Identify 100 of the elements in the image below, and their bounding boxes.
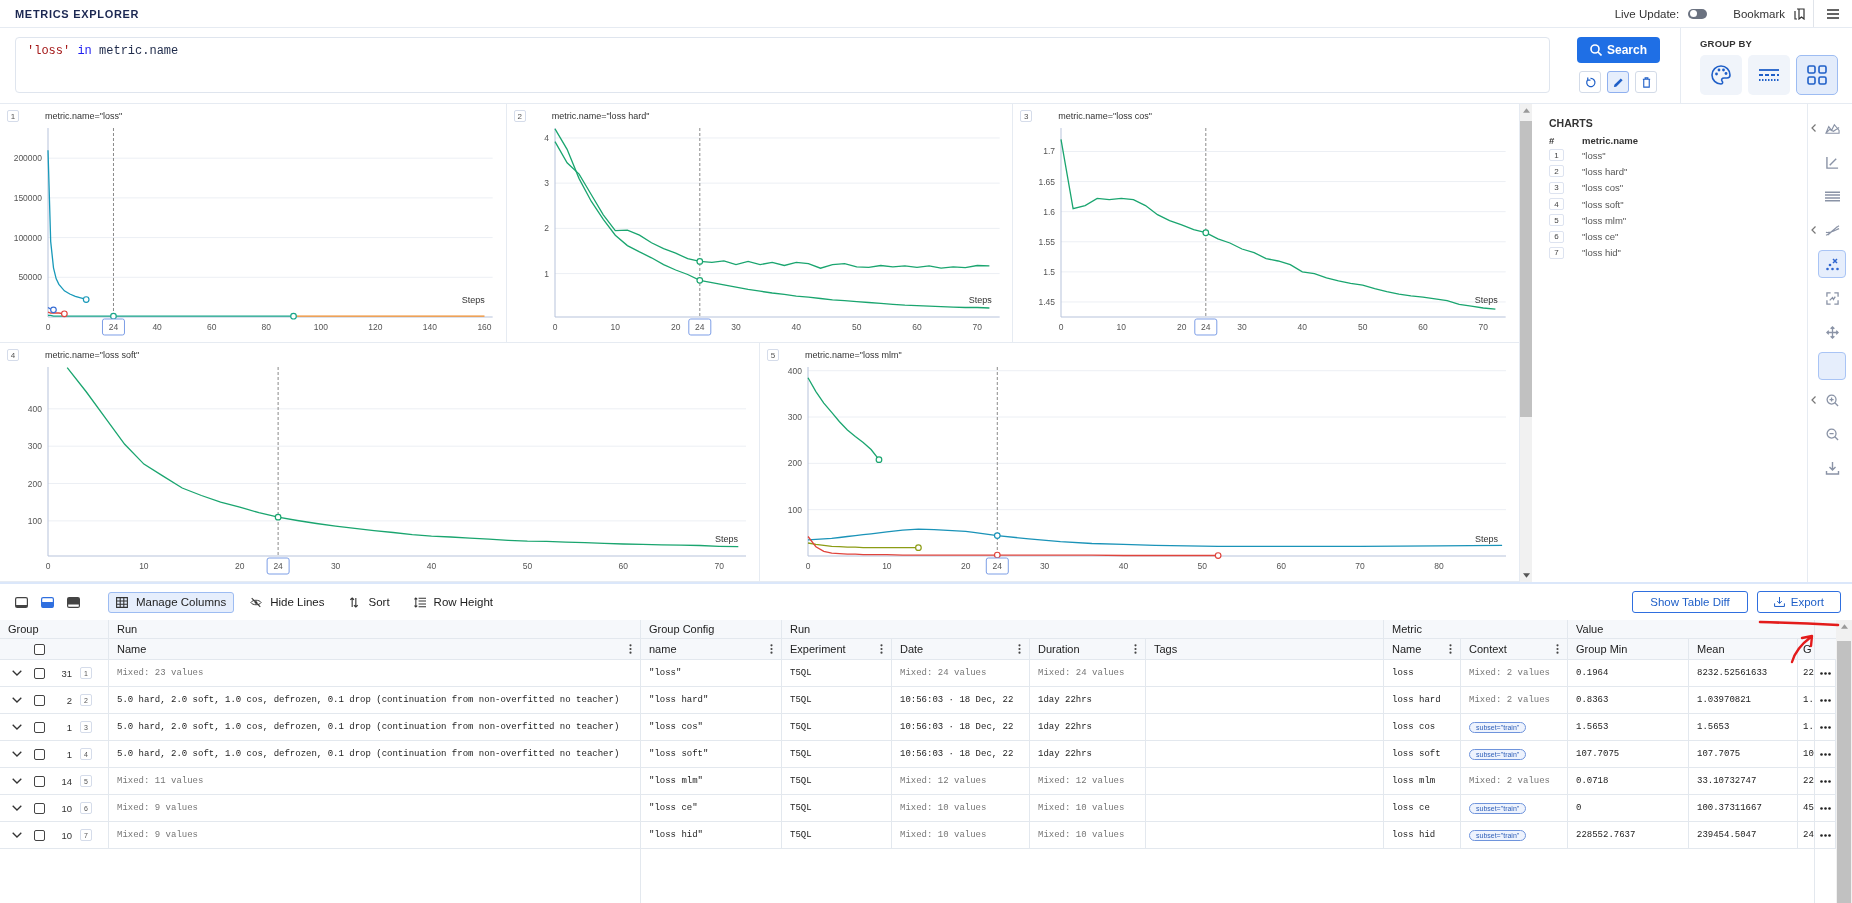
axis-tick-label: 30 [1039,561,1050,571]
ref-line-label: 24 [694,322,705,332]
axis-tick-label: 70 [1478,322,1489,332]
table-cell: 1.5653 [1568,714,1689,741]
chart-list-name: "loss" [1582,149,1606,161]
table-cell: 10:56:03 · 18 Dec, 22 [892,714,1030,741]
chart-index-badge: 1 [7,110,19,122]
column-group-header: Run [790,623,811,635]
group-count: 1 [65,721,72,733]
axis-title: Steps [1474,534,1498,544]
table-cell: 1. [1798,687,1815,714]
chart-index-badge: 3 [1020,110,1033,122]
table-cell: 5.0 hard, 2.0 soft, 1.0 cos, defrozen, 0.1 drop (continuation from non-overfitted no teacher) [109,741,641,768]
axis-tick-label: 80 [261,322,271,332]
axis-tick-label: 40 [152,322,162,332]
chart-index-badge: 2 [1549,165,1564,178]
axis-tick-label: 2 [543,223,549,234]
table-cell: 1. [1798,714,1815,741]
axis-title: Steps [968,295,992,305]
axis-tick-label: 0 [805,561,811,571]
table-cell: 1day 22hrs [1030,741,1146,768]
axis-tick-label: 60 [1276,561,1286,571]
table-cell: loss ce [1384,795,1461,822]
axis-tick-label: 30 [330,561,341,571]
table-cell: "loss" [641,660,782,687]
table-cell: Mixed: 12 values [892,768,1030,795]
crosshair-label: 24 [266,557,290,575]
axis-tick-label: 3 [543,178,549,189]
table-cell: Mixed: 24 values [1030,660,1146,687]
axis-tick-label: 20 [961,561,971,571]
table-cell: T5QL [782,687,892,714]
table-cell: 10:56:03 · 18 Dec, 22 [892,741,1030,768]
axis-tick-label: 200 [787,458,802,469]
table-cell: loss soft [1384,741,1461,768]
axis-tick-label: 50 [1197,561,1208,571]
axis-tick-label: 300 [787,412,802,423]
axis-tick-label: 100 [27,515,42,526]
axis-tick-label: 0 [45,561,51,571]
axis-tick-label: 20 [1177,322,1187,332]
column-group-header: Value [1576,623,1604,635]
axis-tick-label: 4 [543,132,549,143]
table-cell: "loss hid" [641,822,782,849]
chart-index-badge: 5 [1549,214,1564,227]
axis-tick-label: 1.7 [1043,146,1056,157]
chart-index-badge: 1 [1549,149,1564,162]
table-cell: 45 [1798,795,1815,822]
axis-tick-label: 1.6 [1043,206,1056,217]
axis-tick-label: 200000 [13,153,42,164]
chart-index-badge: 6 [1549,230,1564,243]
axis-tick-label: 20 [670,322,681,332]
axis-tick-label: 50000 [18,272,42,283]
axis-tick-label: 1.45 [1038,296,1056,307]
chart-index-badge: 4 [1549,198,1564,211]
table-cell: T5QL [782,714,892,741]
group-count: 10 [60,802,72,814]
table-cell: 1day 22hrs [1030,687,1146,714]
chart-list-name: "loss soft" [1582,198,1624,210]
chart-index-badge: 4 [7,349,19,361]
table-cell: 239454.5047 [1689,822,1798,849]
group-count: 2 [65,694,72,706]
axis-tick-label: 1.55 [1038,236,1056,247]
table-cell: T5QL [782,768,892,795]
axis-tick-label: 40 [1118,561,1129,571]
column-group-header: Group [8,623,39,635]
chart-title: metric.name="loss soft" [45,350,140,361]
axis-tick-label: 1.5 [1043,266,1056,277]
axis-title: Steps [715,534,738,544]
group-count: 10 [60,829,72,841]
table-cell: 8232.52561633 [1689,660,1798,687]
crosshair-label: 24 [101,318,125,336]
table-cell: loss mlm [1384,768,1461,795]
axis-tick-label: 60 [618,561,628,571]
table-cell: 22 [1798,660,1815,687]
axis-tick-label: 120 [368,322,383,332]
table-cell: 1day 22hrs [1030,714,1146,741]
panel-title: GROUP BY [1700,38,1754,49]
axis-tick-label: 30 [730,322,741,332]
table-cell: 228552.7637 [1568,822,1689,849]
table-cell: T5QL [782,660,892,687]
ref-line-label: 24 [273,561,284,571]
axis-tick-label: 70 [714,561,724,571]
crosshair-label: 24 [985,557,1009,575]
axis-tick-label: 140 [422,322,437,332]
column-header: # [1549,134,1556,146]
chart-index-badge: 3 [1549,181,1564,194]
table-cell: Mixed: 10 values [1030,795,1146,822]
axis-tick-label: 20 [235,561,245,571]
axis-tick-label: 200 [27,478,42,489]
axis-tick-label: 60 [911,322,922,332]
table-cell: Mixed: 12 values [1030,768,1146,795]
crosshair-label: 24 [687,318,711,336]
table-cell: "loss hard" [641,687,782,714]
chart-index-badge: 7 [1549,246,1564,259]
table-cell: 24 [1798,822,1815,849]
chart-title: metric.name="loss mlm" [805,350,902,361]
axis-tick-label: 60 [1418,322,1429,332]
table-cell: "loss cos" [641,714,782,741]
column-group-header: Group Config [649,623,715,635]
table-cell: loss hid [1384,822,1461,849]
table-cell: "loss mlm" [641,768,782,795]
